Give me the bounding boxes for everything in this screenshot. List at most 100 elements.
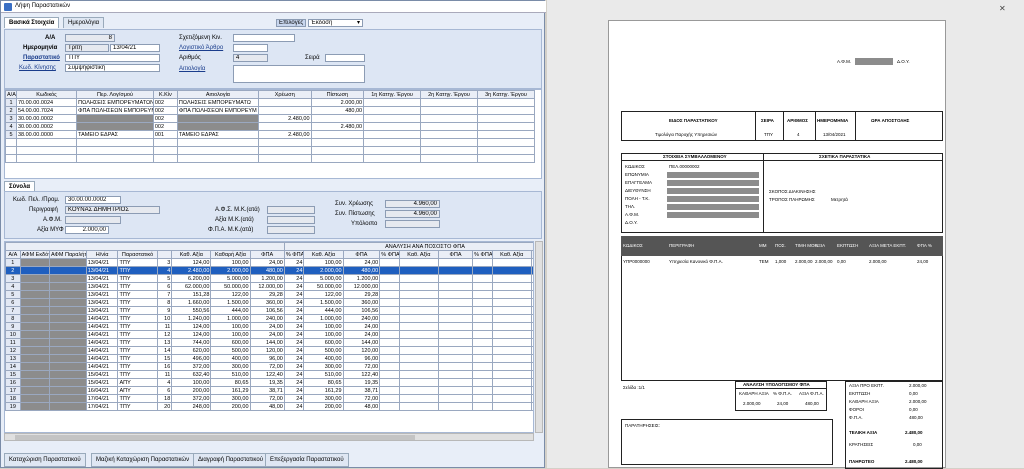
horizontal-scrollbar[interactable] — [4, 433, 534, 441]
grid-cell[interactable]: 12.000,00 — [342, 282, 381, 291]
grid-cell[interactable]: 9 — [5, 322, 21, 331]
grid-cell[interactable] — [472, 290, 493, 299]
grid-cell[interactable] — [398, 338, 439, 347]
grid-cell[interactable] — [472, 362, 493, 371]
grid-cell[interactable]: 15/04/21 — [85, 378, 119, 387]
grid-row[interactable]: 9 14/04/21 ΤΠΥ 11 124,00 100,00 24,00 24 100,00 2… — [5, 322, 533, 331]
grid-cell[interactable] — [49, 290, 87, 299]
grid-cell[interactable]: 48,00 — [342, 402, 381, 411]
grid-cell[interactable] — [530, 386, 533, 395]
grid-cell[interactable] — [398, 282, 439, 291]
ledger-cell[interactable] — [310, 146, 365, 155]
grid-col-header[interactable]: % ΦΠΑ — [472, 250, 493, 259]
grid-cell[interactable] — [437, 338, 474, 347]
grid-cell[interactable] — [530, 394, 533, 403]
grid-cell[interactable] — [437, 274, 474, 283]
grid-cell[interactable]: 20 — [156, 402, 173, 411]
grid-cell[interactable]: 14/04/21 — [85, 362, 119, 371]
grid-row[interactable]: 4 13/04/21 ΤΠΥ 6 62.000,00 50.000,00 12.000,00… — [5, 282, 533, 291]
grid-cell[interactable]: 144,00 — [342, 338, 381, 347]
grid-cell[interactable]: ΤΠΥ — [117, 298, 158, 307]
ledger-cell[interactable] — [363, 98, 422, 107]
grid-cell[interactable]: 122,40 — [342, 370, 381, 379]
grid-cell[interactable] — [472, 258, 493, 267]
grid-cell[interactable] — [530, 298, 533, 307]
grid-cell[interactable]: 2.480,00 — [171, 266, 212, 275]
grid-cell[interactable] — [398, 362, 439, 371]
grid-row[interactable]: 10 14/04/21 ΤΠΥ 12 124,00 100,00 24,00 24 100,00… — [5, 330, 533, 339]
grid-cell[interactable]: 2.000,00 — [210, 266, 251, 275]
grid-cell[interactable] — [49, 394, 87, 403]
grid-cell[interactable]: 1.500,00 — [210, 298, 251, 307]
grid-cell[interactable]: 400,00 — [210, 354, 251, 363]
grid-cell[interactable]: 24 — [283, 282, 305, 291]
grid-cell[interactable] — [437, 362, 474, 371]
grid-cell[interactable] — [491, 314, 532, 323]
grid-cell[interactable]: 24,00 — [249, 330, 285, 339]
grid-cell[interactable] — [530, 370, 533, 379]
grid-cell[interactable]: 13/04/21 — [85, 298, 119, 307]
grid-cell[interactable]: 100,00 — [210, 258, 251, 267]
grid-row[interactable]: 14 14/04/21 ΤΠΥ 16 372,00 300,00 72,00 24 300,00… — [5, 362, 533, 371]
grid-cell[interactable]: 1.660,00 — [171, 298, 212, 307]
grid-cell[interactable] — [19, 282, 51, 291]
ledger-cell[interactable] — [152, 154, 178, 163]
grid-cell[interactable]: 24,00 — [249, 258, 285, 267]
ledger-cell[interactable]: 002 — [152, 122, 178, 131]
grid-cell[interactable]: 122,40 — [249, 370, 285, 379]
grid-cell[interactable]: 161,29 — [303, 386, 344, 395]
grid-cell[interactable]: 300,00 — [303, 362, 344, 371]
ledger-cell[interactable]: 70.00.00.0024 — [15, 98, 78, 107]
grid-cell[interactable] — [19, 346, 51, 355]
grid-cell[interactable]: 1.200,00 — [342, 274, 381, 283]
grid-cell[interactable]: 106,56 — [342, 306, 381, 315]
grid-cell[interactable] — [49, 282, 87, 291]
grid-cell[interactable] — [491, 298, 532, 307]
ledger-cell[interactable] — [310, 138, 365, 147]
desc-field[interactable]: ΚΟΥΝΑΣ ΔΗΜΗΤΡΙΟΣ — [65, 206, 160, 214]
grid-cell[interactable] — [19, 298, 51, 307]
grid-cell[interactable]: ΤΠΥ — [117, 314, 158, 323]
grid-cell[interactable]: 550,56 — [171, 306, 212, 315]
grid-cell[interactable]: 600,00 — [210, 338, 251, 347]
grid-cell[interactable]: 24,00 — [342, 330, 381, 339]
grid-cell[interactable] — [530, 274, 533, 283]
grid-cell[interactable]: 161,29 — [210, 386, 251, 395]
grid-cell[interactable] — [437, 354, 474, 363]
grid-col-header[interactable]: ΦΠΑ — [342, 250, 381, 259]
grid-cell[interactable] — [379, 298, 400, 307]
grid-cell[interactable]: 5.000,00 — [303, 274, 344, 283]
grid-cell[interactable]: 100,00 — [171, 378, 212, 387]
grid-row[interactable]: 17 16/04/21 ΑΠΥ 6 200,00 161,29 38,71 24 161,29 3… — [5, 386, 533, 395]
ledger-cell[interactable] — [476, 146, 536, 155]
grid-cell[interactable]: 240,00 — [342, 314, 381, 323]
grid-cell[interactable] — [398, 370, 439, 379]
grid-cell[interactable]: 5.000,00 — [210, 274, 251, 283]
ledger-cell[interactable]: 2.000,00 — [310, 98, 365, 107]
grid-cell[interactable]: 6 — [156, 282, 173, 291]
ledger-col-header[interactable]: Περ. Λογ/σμού — [76, 90, 154, 99]
grid-cell[interactable] — [491, 346, 532, 355]
afm-field[interactable] — [65, 216, 121, 224]
grid-cell[interactable]: 24,00 — [342, 322, 381, 331]
grid-cell[interactable] — [472, 322, 493, 331]
grid-cell[interactable]: 7 — [156, 290, 173, 299]
print-dropdown[interactable]: Έκδοση ▾ — [308, 19, 363, 27]
ledger-cell[interactable] — [476, 98, 536, 107]
num-field[interactable]: 4 — [233, 54, 268, 62]
ledger-cell[interactable]: 002 — [152, 106, 178, 115]
reason-field[interactable] — [233, 65, 365, 83]
ledger-cell[interactable]: ΠΩΛΗΣΕΙΣ ΕΜΠΟΡΕΥΜΑΤΩΝ ΕΣΩΤ — [76, 98, 154, 107]
grid-cell[interactable] — [49, 370, 87, 379]
grid-cell[interactable] — [19, 386, 51, 395]
grid-cell[interactable] — [379, 258, 400, 267]
grid-cell[interactable] — [379, 266, 400, 275]
grid-cell[interactable]: 15 — [5, 370, 21, 379]
grid-cell[interactable] — [530, 306, 533, 315]
reason-label[interactable]: Αιτιολογία — [179, 66, 205, 72]
ledger-cell[interactable] — [476, 114, 536, 123]
ledger-cell[interactable] — [363, 154, 422, 163]
grid-cell[interactable]: 50.000,00 — [210, 282, 251, 291]
ledger-cell[interactable] — [363, 114, 422, 123]
grid-cell[interactable] — [398, 258, 439, 267]
